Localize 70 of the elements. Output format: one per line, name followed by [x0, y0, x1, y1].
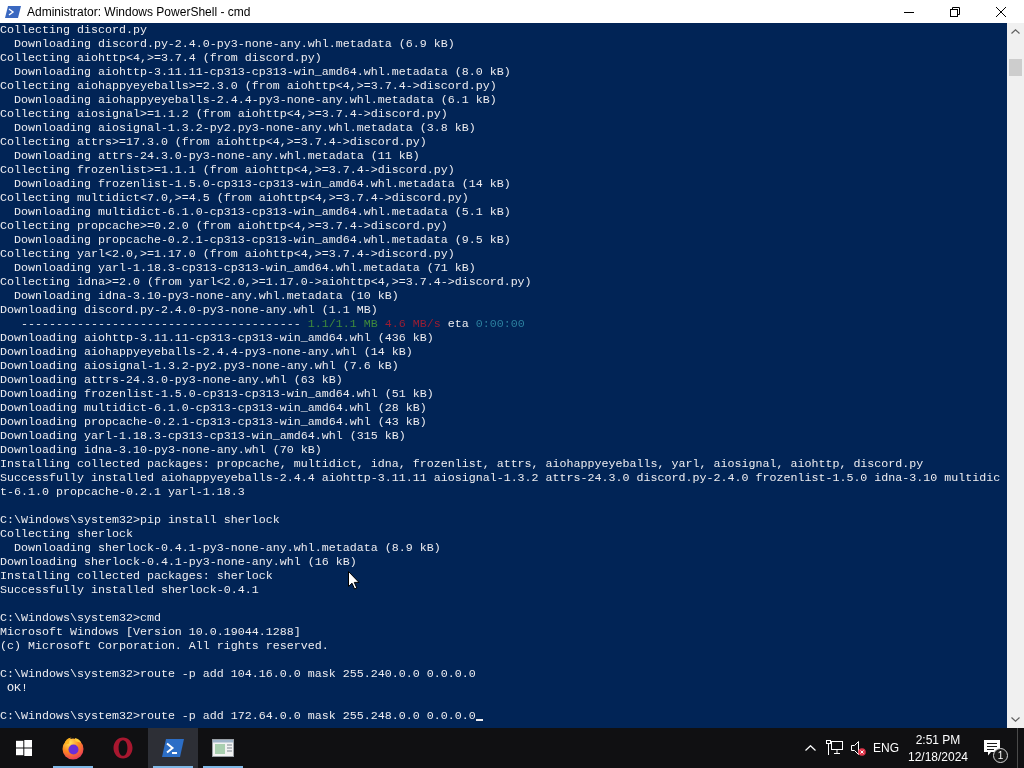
language-indicator[interactable]: ENG	[873, 741, 899, 755]
restore-icon	[950, 6, 960, 17]
download-size: 1.1/1.1 MB	[307, 317, 378, 331]
console-line: Collecting aiosignal>=1.1.2 (from aiohttp<4,>=3.7.4->discord.py)	[0, 107, 448, 121]
mouse-pointer-icon	[348, 571, 360, 590]
console-line: Collecting aiohttp<4,>=3.7.4 (from discord.py)	[0, 51, 322, 65]
console-line: Downloading propcache-0.2.1-cp313-cp313-win_amd64.whl.metadata (9.5 kB)	[14, 233, 511, 247]
console-line: Downloading frozenlist-1.5.0-cp313-cp313-win_amd64.whl.metadata (14 kB)	[14, 177, 511, 191]
volume-icon[interactable]	[850, 740, 866, 756]
console-line: C:\Windows\system32>route -p add 104.16.0.0 mask 255.240.0.0 0.0.0.0	[0, 667, 476, 681]
console-line: Downloading yarl-1.18.3-cp313-cp313-win_amd64.whl (315 kB)	[0, 429, 406, 443]
notification-badge: 1	[993, 748, 1008, 763]
console-line: Successfully installed sherlock-0.4.1	[0, 583, 259, 597]
terminal-icon	[161, 736, 185, 760]
console-line: C:\Windows\system32>pip install sherlock	[0, 513, 280, 527]
eta-label: eta	[447, 317, 469, 331]
console-line: Downloading idna-3.10-py3-none-any.whl.metadata (10 kB)	[14, 289, 399, 303]
window-icon	[211, 736, 235, 760]
scrollbar[interactable]	[1007, 23, 1024, 728]
console-line: Collecting attrs>=17.3.0 (from aiohttp<4,>=3.7.4->discord.py)	[0, 135, 427, 149]
console-line: Collecting frozenlist>=1.1.1 (from aiohttp<4,>=3.7.4->discord.py)	[0, 163, 455, 177]
console-line: Downloading propcache-0.2.1-cp313-cp313-win_amd64.whl (43 kB)	[0, 415, 427, 429]
console-line: Downloading sherlock-0.4.1-py3-none-any.whl (16 kB)	[0, 555, 357, 569]
console-line: Downloading aiosignal-1.3.2-py2.py3-none-any.whl (7.6 kB)	[0, 359, 399, 373]
console-line: Downloading aiohttp-3.11.11-cp313-cp313-win_amd64.whl.metadata (8.0 kB)	[14, 65, 511, 79]
console-line: Successfully installed aiohappyeyeballs-2.4.4 aiohttp-3.11.11 aiosignal-1.3.2 attrs-24.3.0 discord.py-2.4.0 frozenlist-1.5.0 idna-3.10 multidic	[0, 471, 1001, 485]
console-line: Downloading multidict-6.1.0-cp313-cp313-win_amd64.whl (28 kB)	[0, 401, 427, 415]
console-line: Downloading frozenlist-1.5.0-cp313-cp313-win_amd64.whl (51 kB)	[0, 387, 434, 401]
console-line: Downloading sherlock-0.4.1-py3-none-any.whl.metadata (8.9 kB)	[14, 541, 441, 555]
console-line: Collecting sherlock	[0, 527, 133, 541]
console-line: Downloading aiosignal-1.3.2-py2.py3-none-any.whl.metadata (3.8 kB)	[14, 121, 476, 135]
console-line: Downloading yarl-1.18.3-cp313-cp313-win_amd64.whl.metadata (71 kB)	[14, 261, 476, 275]
taskbar-app-button[interactable]	[148, 728, 198, 768]
close-icon	[996, 6, 1006, 17]
console-line: Downloading attrs-24.3.0-py3-none-any.whl (63 kB)	[0, 373, 343, 387]
console-line: (c) Microsoft Corporation. All rights reserved.	[0, 639, 329, 653]
download-speed: 4.6 MB/s	[384, 317, 441, 331]
eta-time: 0:00:00	[475, 317, 525, 331]
ring-icon	[111, 736, 135, 760]
console-line: Downloading attrs-24.3.0-py3-none-any.whl.metadata (11 kB)	[14, 149, 420, 163]
console-line: Installing collected packages: propcache, multidict, idna, frozenlist, attrs, aiohappyeyeballs, yarl, aiosignal, aiohttp, discord.py	[0, 457, 924, 471]
window-title: Administrator: Windows PowerShell - cmd	[27, 4, 251, 19]
console-line: Collecting propcache>=0.2.0 (from aiohttp<4,>=3.7.4->discord.py)	[0, 219, 448, 233]
console-line: OK!	[7, 681, 28, 695]
flame-globe-icon	[61, 736, 85, 760]
console-line: Collecting multidict<7.0,>=4.5 (from aiohttp<4,>=3.7.4->discord.py)	[0, 191, 469, 205]
console-line: Downloading discord.py-2.4.0-py3-none-any.whl (1.1 MB)	[0, 303, 378, 317]
console-line: t-6.1.0 propcache-0.2.1 yarl-1.18.3	[0, 485, 245, 499]
start-icon	[16, 740, 32, 756]
console-line: Installing collected packages: sherlock	[0, 569, 273, 583]
console-line: Downloading discord.py-2.4.0-py3-none-any.whl.metadata (6.9 kB)	[14, 37, 455, 51]
console-line: Downloading aiohappyeyeballs-2.4.4-py3-none-any.whl (14 kB)	[0, 345, 413, 359]
progress-bar-text: ----------------------------------------	[21, 317, 301, 331]
terminal-icon	[5, 3, 21, 20]
console-line: Microsoft Windows [Version 10.0.19044.1288]	[0, 625, 301, 639]
console-line: C:\Windows\system32>route -p add 172.64.0.0 mask 255.248.0.0 0.0.0.0	[0, 709, 476, 723]
console-line: C:\Windows\system32>cmd	[0, 611, 161, 625]
console-line: Collecting idna>=2.0 (from yarl<2.0,>=1.17.0->aiohttp<4,>=3.7.4->discord.py)	[0, 275, 532, 289]
console-line: Downloading multidict-6.1.0-cp313-cp313-win_amd64.whl.metadata (5.1 kB)	[14, 205, 511, 219]
console-line: Collecting yarl<2.0,>=1.17.0 (from aiohttp<4,>=3.7.4->discord.py)	[0, 247, 455, 261]
chevron-down-icon[interactable]	[1011, 717, 1020, 722]
clock-time[interactable]: 2:51 PM	[915, 732, 961, 747]
console-line: Downloading idna-3.10-py3-none-any.whl (70 kB)	[0, 443, 322, 457]
console-line: Collecting discord.py	[0, 23, 147, 37]
console-line: Collecting aiohappyeyeballs>=2.3.0 (from aiohttp<4,>=3.7.4->discord.py)	[0, 79, 497, 93]
console-line: Downloading aiohappyeyeballs-2.4.4-py3-none-any.whl.metadata (6.1 kB)	[14, 93, 497, 107]
console-line: Downloading aiohttp-3.11.11-cp313-cp313-win_amd64.whl (436 kB)	[0, 331, 434, 345]
clock-date[interactable]: 12/18/2024	[907, 749, 969, 764]
scrollbar-thumb[interactable]	[1009, 59, 1022, 76]
network-icon[interactable]	[825, 740, 843, 756]
